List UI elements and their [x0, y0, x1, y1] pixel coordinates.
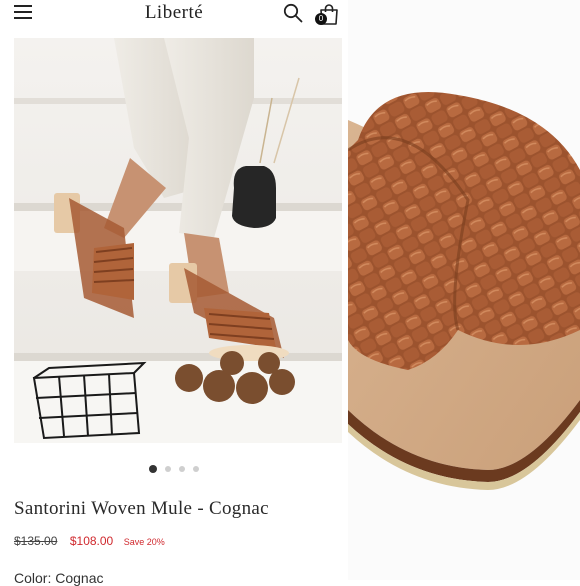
closeup-photo [348, 0, 580, 580]
carousel-dot[interactable] [149, 464, 157, 473]
cart-count-badge: 0 [315, 13, 327, 25]
original-price: $135.00 [14, 534, 58, 548]
product-image-closeup[interactable] [348, 0, 580, 580]
savings-badge: Save 20% [123, 537, 165, 547]
price-row: $135.00 $108.00 Save 20% [14, 532, 165, 550]
product-image-lifestyle[interactable] [14, 38, 342, 443]
carousel-dot[interactable] [193, 465, 199, 472]
color-selector-label: Color: Cognac [14, 570, 104, 586]
product-panel: Liberté 0 Santorini Woven Mule - Cognac … [0, 0, 348, 586]
sale-price: $108.00 [69, 534, 114, 548]
carousel-dot[interactable] [179, 465, 185, 472]
top-navigation-bar: Liberté 0 [0, 0, 348, 38]
lifestyle-photo [14, 38, 342, 443]
carousel-pagination [0, 460, 348, 473]
carousel-dot[interactable] [165, 465, 171, 472]
product-title: Santorini Woven Mule - Cognac [14, 498, 269, 519]
search-icon[interactable] [283, 3, 303, 23]
